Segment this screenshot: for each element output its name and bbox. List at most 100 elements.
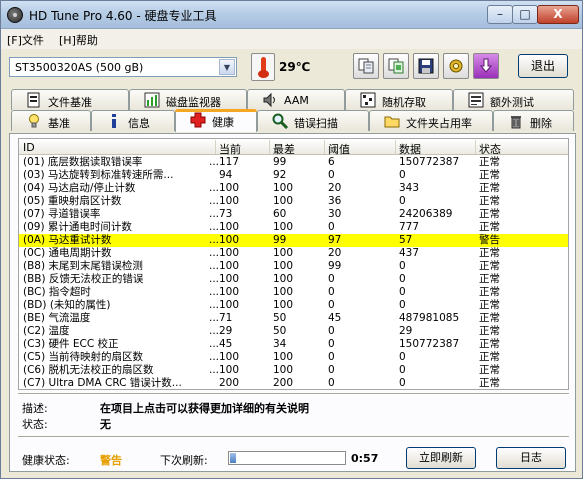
maximize-button[interactable]: □ [512,5,538,24]
table-row[interactable]: (01) 底层数据读取错误率... 117 99 6 150772387 正常 [19,156,568,169]
download-button[interactable] [473,53,499,79]
tab-info[interactable]: 信息 [91,110,175,131]
tab-health[interactable]: 健康 [175,109,257,132]
table-row[interactable]: (C6) 脱机无法校正的扇区数... 100 100 0 0 正常 [19,364,568,377]
attribute-threshold: 45 [328,312,342,324]
tab-label: 基准 [48,117,70,130]
attribute-current: 45 [219,338,233,350]
attribute-name: (01) 底层数据读取错误率 [23,156,143,168]
header-data[interactable]: 数据 [399,141,421,157]
attribute-name: (C7) Ultra DMA CRC 错误计数... [23,377,182,389]
tab-benchmark[interactable]: 基准 [11,110,91,131]
tab-label: 删除 [530,117,552,130]
attribute-status: 正常 [479,351,500,363]
tab-file-benchmark[interactable]: 文件基准 [11,89,129,110]
tab-disk-monitor[interactable]: 磁盘监视器 [129,89,247,110]
attribute-current: 100 [219,299,240,311]
attribute-worst: 100 [273,286,294,298]
save-button[interactable] [413,53,439,79]
tab-random-access[interactable]: 随机存取 [345,89,453,110]
attribute-status: 正常 [479,312,500,324]
copy-button[interactable] [353,53,379,79]
attribute-worst: 99 [273,234,287,246]
attribute-data: 150772387 [399,338,460,350]
table-row[interactable]: (0C) 通电周期计数... 100 100 20 437 正常 [19,247,568,260]
title-bar[interactable]: HD Tune Pro 4.60 - 硬盘专业工具 – □ X [1,1,582,29]
attribute-threshold: 0 [328,299,335,311]
options-icon [449,59,463,73]
header-worst[interactable]: 最差 [273,141,295,157]
table-row[interactable]: (C7) Ultra DMA CRC 错误计数... 200 200 0 0 正常 [19,377,568,389]
attribute-threshold: 36 [328,195,342,207]
table-row[interactable]: (04) 马达启动/停止计数... 100 100 20 343 正常 [19,182,568,195]
table-row[interactable]: (C3) 硬件 ECC 校正... 45 34 0 150772387 正常 [19,338,568,351]
exit-button[interactable]: 退出 [518,54,568,78]
hdtune-window: HD Tune Pro 4.60 - 硬盘专业工具 – □ X [F]文件 [H… [0,0,583,479]
table-row[interactable]: (C5) 当前待映射的扇区数... 100 100 0 0 正常 [19,351,568,364]
table-row[interactable]: (09) 累计通电时间计数... 100 100 0 777 正常 [19,221,568,234]
table-row[interactable]: (07) 寻道错误率... 73 60 30 24206389 正常 [19,208,568,221]
drive-select[interactable]: ST3500320AS (500 gB) ▼ [9,57,237,77]
header-id[interactable]: ID [23,141,35,154]
table-row[interactable]: (05) 重映射扇区计数... 100 100 36 0 正常 [19,195,568,208]
attribute-data: 487981085 [399,312,460,324]
attribute-name: (BC) 指令超时 [23,286,91,298]
menu-help[interactable]: [H]帮助 [59,32,98,48]
attribute-status: 正常 [479,377,500,389]
attribute-name: (05) 重映射扇区计数 [23,195,122,207]
menu-file[interactable]: [F]文件 [7,32,44,48]
attribute-data: 0 [399,351,406,363]
attribute-status: 正常 [479,208,500,220]
tab-error-scan[interactable]: 错误扫描 [257,110,369,131]
attribute-status: 正常 [479,156,500,168]
health-status-label: 健康状态: [22,454,70,467]
attribute-name: (09) 累计通电时间计数 [23,221,132,233]
attribute-threshold: 20 [328,182,342,194]
smart-table[interactable]: ID 当前 最差 阈值 数据 状态 (01) 底层数据读取错误率... 117 99… [18,138,569,390]
close-button[interactable]: X [537,5,579,24]
options-button[interactable] [443,53,469,79]
attribute-threshold: 0 [328,325,335,337]
table-row[interactable]: (BD) (未知的属性)... 100 100 0 0 正常 [19,299,568,312]
attribute-status: 正常 [479,273,500,285]
tab-label: 健康 [212,116,234,129]
drive-select-value: ST3500320AS (500 gB) [15,61,144,74]
table-row[interactable]: (03) 马达旋转到标准转速所需... 94 92 0 0 正常 [19,169,568,182]
attribute-current: 200 [219,377,240,389]
attribute-status: 正常 [479,299,500,311]
table-row[interactable]: (C2) 温度... 29 50 0 29 正常 [19,325,568,338]
tab-label: 信息 [128,117,150,130]
tab-erase[interactable]: 删除 [493,110,574,131]
table-body: (01) 底层数据读取错误率... 117 99 6 150772387 正常 (03) 马… [19,156,568,389]
disk-monitor-icon [144,92,160,108]
table-row[interactable]: (BC) 指令超时... 100 100 0 0 正常 [19,286,568,299]
magnifier-icon [272,113,288,129]
log-button[interactable]: 日志 [496,447,566,469]
header-current[interactable]: 当前 [219,141,241,157]
refresh-now-button[interactable]: 立即刷新 [406,447,476,469]
random-access-icon [360,92,376,108]
table-row-warning[interactable]: (0A) 马达重试计数... 100 99 97 57 警告 [19,234,568,247]
chevron-down-icon[interactable]: ▼ [219,59,235,75]
attribute-name: (C3) 硬件 ECC 校正 [23,338,119,350]
attribute-current: 100 [219,260,240,272]
header-status[interactable]: 状态 [479,141,501,157]
copy-screen-button[interactable] [383,53,409,79]
tab-extra-tests[interactable]: 额外测试 [453,89,574,110]
table-header: ID 当前 最差 阈值 数据 状态 [19,139,568,157]
attribute-threshold: 0 [328,169,335,181]
attribute-worst: 34 [273,338,287,350]
attribute-name: (0C) 通电周期计数 [23,247,112,259]
attribute-current: 29 [219,325,233,337]
table-row[interactable]: (BE) 气流温度... 71 50 45 487981085 正常 [19,312,568,325]
header-threshold[interactable]: 阈值 [328,141,350,157]
table-row[interactable]: (BB) 反馈无法校正的错误... 100 100 0 0 正常 [19,273,568,286]
refresh-countdown: 0:57 [351,452,379,465]
table-row[interactable]: (B8) 末尾到末尾错误检测... 100 100 99 0 正常 [19,260,568,273]
attribute-current: 117 [219,156,240,168]
tab-folder-usage[interactable]: 文件夹占用率 [369,110,493,131]
minimize-button[interactable]: – [487,5,513,24]
attribute-threshold: 0 [328,286,335,298]
tab-aam[interactable]: AAM [247,89,345,110]
extra-tests-icon [468,92,484,108]
